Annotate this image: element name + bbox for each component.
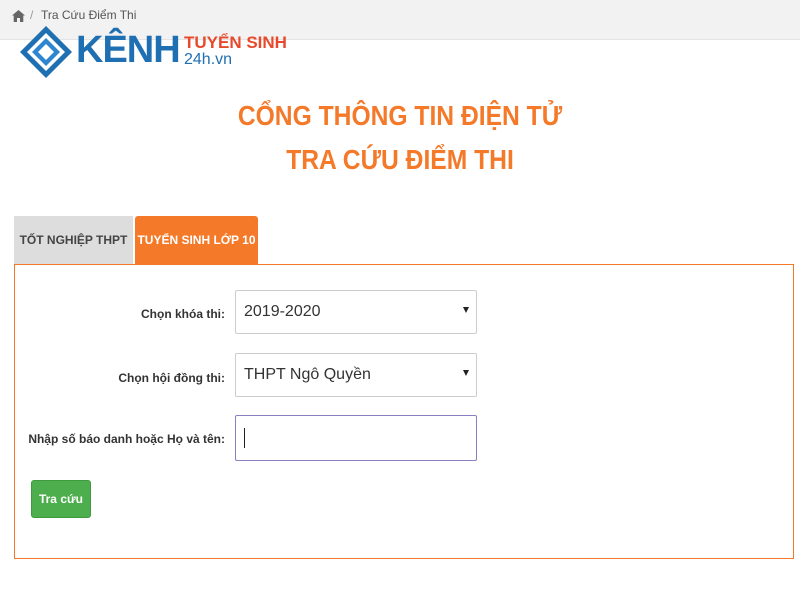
chevron-down-icon xyxy=(463,370,469,376)
text-cursor xyxy=(244,428,245,448)
logo-word-tuyen: TUYỂN SINH xyxy=(184,33,287,52)
logo-word-main: KÊNH xyxy=(76,29,181,71)
search-form-panel: Chọn khóa thi: 2019-2020 Chọn hội đồng t… xyxy=(14,264,794,559)
search-input[interactable] xyxy=(235,415,477,461)
logo-diamond-icon xyxy=(20,26,72,78)
council-label: Chọn hội đồng thi: xyxy=(118,371,225,385)
council-select[interactable]: THPT Ngô Quyền xyxy=(235,353,477,397)
exam-year-select[interactable]: 2019-2020 xyxy=(235,290,477,334)
exam-year-value: 2019-2020 xyxy=(244,303,321,320)
council-value: THPT Ngô Quyền xyxy=(244,366,371,383)
page-title-line1: CỔNG THÔNG TIN ĐIỆN TỬ xyxy=(237,100,563,131)
tab-tuyen-sinh-lop-10[interactable]: TUYỂN SINH LỚP 10 xyxy=(135,216,258,264)
site-logo: KÊNH TUYỂN SINH 24h.vn xyxy=(18,24,318,80)
search-label: Nhập số báo danh hoặc Họ và tên: xyxy=(28,432,225,446)
page-title-line2: TRA CỨU ĐIỂM THI xyxy=(286,144,514,175)
home-icon[interactable] xyxy=(12,9,25,22)
logo-word-domain: 24h.vn xyxy=(184,51,233,68)
breadcrumb-separator: / xyxy=(30,8,34,22)
breadcrumb-current: Tra Cứu Điểm Thi xyxy=(41,8,137,22)
exam-year-label: Chọn khóa thi: xyxy=(141,307,225,321)
tab-tot-nghiep-thpt[interactable]: TỐT NGHIỆP THPT xyxy=(14,216,133,264)
chevron-down-icon xyxy=(463,307,469,313)
search-button[interactable]: Tra cứu xyxy=(31,480,91,518)
